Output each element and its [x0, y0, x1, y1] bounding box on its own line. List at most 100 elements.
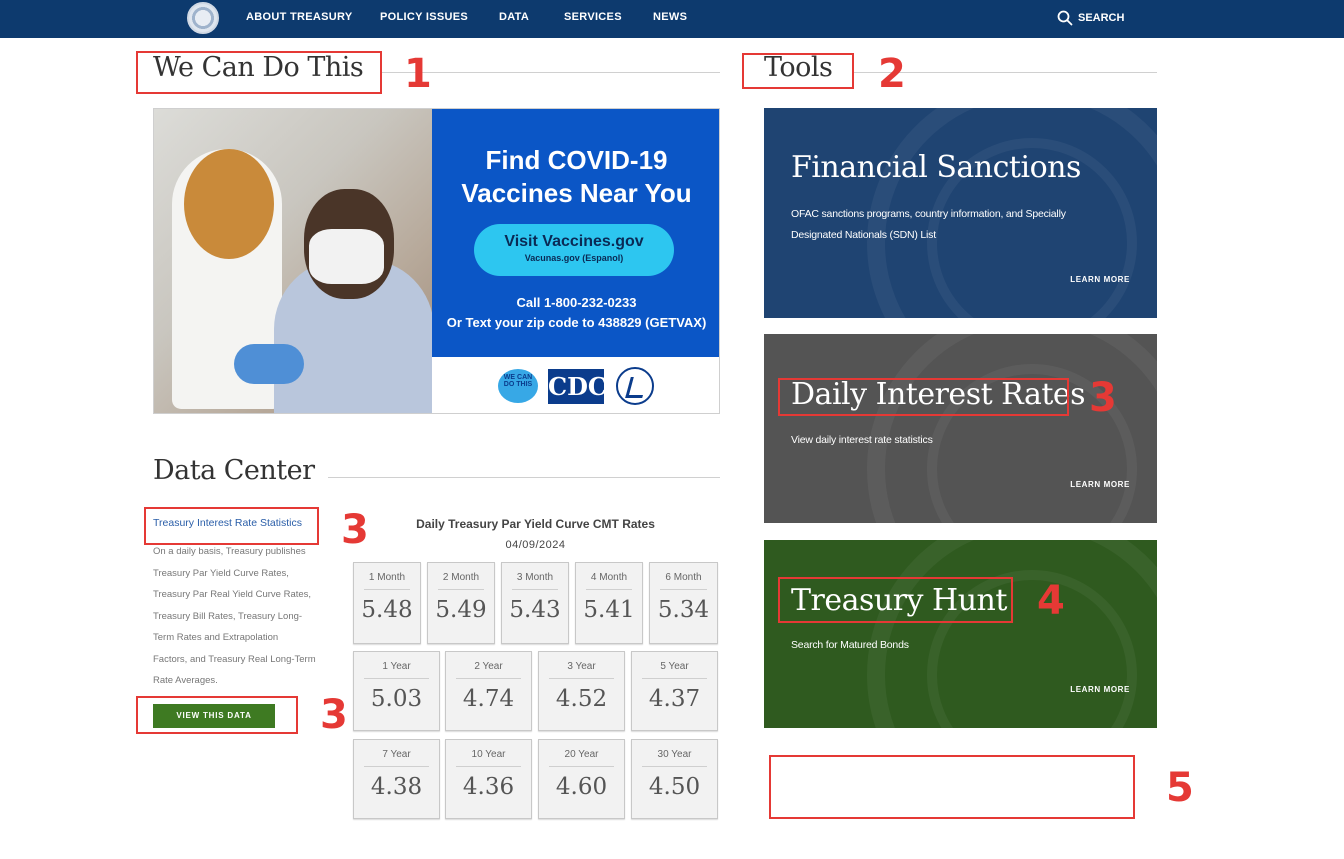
desc-line: Term Rates and Extrapolation: [153, 632, 279, 643]
tools-heading: Tools: [764, 52, 833, 83]
rate-value: 5.03: [370, 686, 423, 712]
rate-card-1-month[interactable]: 1 Month 5.48: [353, 562, 421, 644]
rate-card-6-month[interactable]: 6 Month 5.34: [649, 562, 718, 644]
tile-description: View daily interest rate statistics: [791, 434, 933, 446]
annotation-box-5: [769, 755, 1135, 819]
rate-term: 1 Year: [382, 661, 411, 672]
visit-vaccines-button[interactable]: Visit Vaccines.gov Vacunas.gov (Espanol): [474, 224, 674, 276]
data-center-heading: Data Center: [153, 455, 315, 486]
rate-value: 4.36: [462, 774, 515, 800]
annotation-number-3c: 3: [1089, 375, 1117, 421]
learn-more-link[interactable]: LEARN MORE: [1070, 480, 1130, 489]
nav-about-treasury[interactable]: ABOUT TREASURY: [246, 11, 352, 23]
tile-description: OFAC sanctions programs, country informa…: [791, 204, 1121, 246]
rate-term: 4 Month: [590, 572, 628, 583]
rate-term: 2 Month: [442, 572, 480, 583]
rate-card-1-year[interactable]: 1 Year 5.03: [353, 651, 440, 731]
yield-curve-date: 04/09/2024: [505, 539, 566, 551]
rate-value: 4.38: [370, 774, 423, 800]
rate-card-5-year[interactable]: 5 Year 4.37: [631, 651, 718, 731]
rate-value: 4.52: [555, 686, 608, 712]
annotation-number-4: 4: [1037, 578, 1065, 624]
vaccine-info-panel: Find COVID-19 Vaccines Near You Visit Va…: [432, 109, 719, 357]
rate-value: 4.50: [648, 774, 701, 800]
rate-term: 10 Year: [471, 749, 506, 760]
annotation-number-2: 2: [878, 51, 906, 97]
desc-line: Rate Averages.: [153, 675, 218, 686]
annotation-number-1: 1: [404, 51, 432, 97]
desc-line: Factors, and Treasury Real Long-Term: [153, 653, 316, 665]
vaccination-photo: [154, 109, 434, 413]
we-can-do-this-heading: We Can Do This: [153, 52, 364, 83]
rate-term: 1 Month: [368, 572, 406, 583]
tile-title: Daily Interest Rates: [791, 377, 1086, 412]
rate-card-3-month[interactable]: 3 Month 5.43: [501, 562, 569, 644]
top-nav: ABOUT TREASURY POLICY ISSUES DATA SERVIC…: [0, 0, 1344, 38]
cdc-logo: CDC: [548, 369, 607, 404]
rate-term: 3 Month: [516, 572, 554, 583]
rate-card-4-month[interactable]: 4 Month 5.41: [575, 562, 643, 644]
rate-value: 4.60: [555, 774, 608, 800]
nav-policy-issues[interactable]: POLICY ISSUES: [380, 11, 468, 23]
partner-logos: WE CAN DO THIS CDC: [432, 357, 719, 413]
rate-value: 4.37: [648, 686, 701, 712]
rate-card-10-year[interactable]: 10 Year 4.36: [445, 739, 532, 819]
text-zip-instructions: Or Text your zip code to 438829 (GETVAX): [446, 315, 707, 330]
rate-term: 6 Month: [665, 572, 702, 583]
rate-value: 5.41: [583, 597, 635, 623]
desc-line: On a daily basis, Treasury publishes: [153, 546, 306, 557]
section-divider: [328, 477, 720, 478]
rate-card-2-year[interactable]: 2 Year 4.74: [445, 651, 532, 731]
banner-headline-2: Vaccines Near You: [461, 178, 692, 208]
yield-curve-title: Daily Treasury Par Yield Curve CMT Rates: [416, 517, 655, 531]
covid-vaccine-banner[interactable]: Find COVID-19 Vaccines Near You Visit Va…: [153, 108, 720, 414]
interest-rate-statistics-link[interactable]: Treasury Interest Rate Statistics: [153, 517, 302, 529]
we-can-do-this-logo: WE CAN DO THIS: [498, 369, 538, 403]
rate-term: 3 Year: [567, 661, 596, 672]
desc-line: Treasury Par Real Yield Curve Rates,: [153, 589, 312, 600]
search-icon: [1057, 10, 1073, 26]
financial-sanctions-tile[interactable]: Financial Sanctions OFAC sanctions progr…: [764, 108, 1157, 318]
data-center-description: On a daily basis, Treasury publishes Tre…: [153, 541, 333, 692]
tile-desc-line: Designated Nationals (SDN) List: [791, 229, 936, 241]
desc-line: Treasury Bill Rates, Treasury Long-: [153, 610, 303, 622]
hhs-logo: [616, 367, 654, 405]
rate-term: 5 Year: [660, 661, 689, 672]
treasury-hunt-tile[interactable]: Treasury Hunt Search for Matured Bonds L…: [764, 540, 1157, 728]
rate-value: 5.34: [657, 597, 710, 623]
tile-title: Financial Sanctions: [791, 150, 1081, 185]
rate-card-20-year[interactable]: 20 Year 4.60: [538, 739, 625, 819]
section-divider: [382, 72, 720, 73]
rate-value: 5.48: [361, 597, 413, 623]
rate-term: 30 Year: [657, 749, 692, 760]
learn-more-link[interactable]: LEARN MORE: [1070, 275, 1130, 284]
banner-headline-1: Find COVID-19: [485, 145, 668, 175]
vacunas-label: Vacunas.gov (Espanol): [524, 253, 624, 263]
rate-value: 5.49: [435, 597, 487, 623]
tile-description: Search for Matured Bonds: [791, 639, 909, 651]
tile-desc-line: OFAC sanctions programs, country informa…: [791, 208, 1066, 220]
daily-interest-rates-tile[interactable]: Daily Interest Rates View daily interest…: [764, 334, 1157, 523]
rate-value: 4.74: [462, 686, 515, 712]
rate-card-2-month[interactable]: 2 Month 5.49: [427, 562, 495, 644]
desc-line: Treasury Par Yield Curve Rates,: [153, 567, 289, 579]
rate-term: 20 Year: [564, 749, 599, 760]
search-label: SEARCH: [1078, 12, 1125, 24]
rate-term: 2 Year: [474, 661, 503, 672]
treasury-seal-logo[interactable]: [187, 2, 219, 34]
rate-card-3-year[interactable]: 3 Year 4.52: [538, 651, 625, 731]
tile-title: Treasury Hunt: [791, 583, 1007, 618]
nav-news[interactable]: NEWS: [653, 11, 687, 23]
learn-more-link[interactable]: LEARN MORE: [1070, 685, 1130, 694]
rate-term: 7 Year: [382, 749, 411, 760]
annotation-number-3b: 3: [320, 692, 348, 738]
view-this-data-button[interactable]: VIEW THIS DATA: [153, 704, 275, 728]
nav-data[interactable]: DATA: [499, 11, 529, 23]
annotation-number-5: 5: [1166, 765, 1194, 811]
rate-value: 5.43: [509, 597, 561, 623]
search-button[interactable]: SEARCH: [1057, 8, 1124, 28]
rate-card-30-year[interactable]: 30 Year 4.50: [631, 739, 718, 819]
nav-services[interactable]: SERVICES: [564, 11, 622, 23]
rate-card-7-year[interactable]: 7 Year 4.38: [353, 739, 440, 819]
call-number: Call 1-800-232-0233: [516, 295, 637, 310]
